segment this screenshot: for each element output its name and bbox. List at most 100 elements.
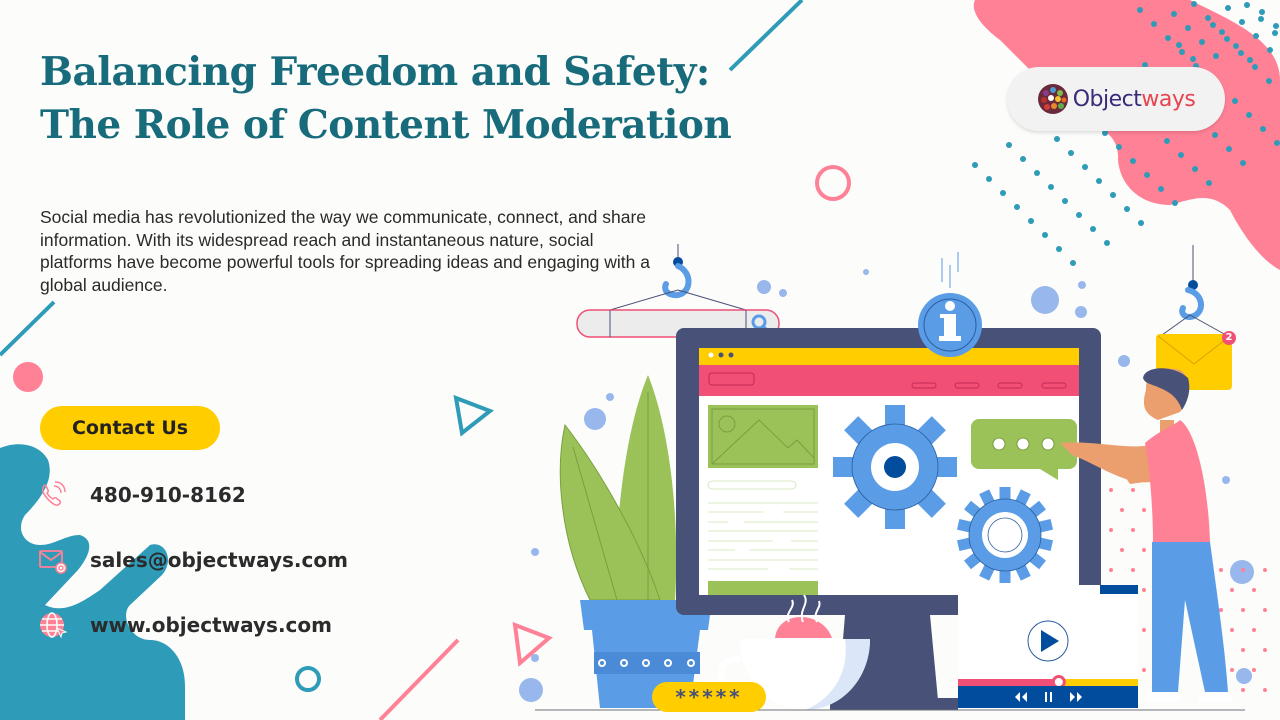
dot	[1144, 172, 1150, 178]
dot	[1131, 528, 1135, 532]
dot	[1172, 200, 1178, 206]
dot	[1244, 2, 1250, 8]
dot	[1042, 232, 1048, 238]
dot	[972, 162, 978, 168]
dot	[1260, 126, 1266, 132]
dot	[1096, 178, 1102, 184]
dot	[1274, 140, 1280, 146]
dot	[1225, 5, 1231, 11]
dot	[1252, 668, 1256, 672]
dot	[1070, 260, 1076, 266]
dot	[1191, 1, 1197, 7]
dot	[1252, 64, 1258, 70]
dot	[1252, 628, 1256, 632]
dot	[1241, 568, 1245, 572]
teal-ring	[295, 666, 321, 692]
notification-badge: 2	[1225, 332, 1233, 343]
dot	[1131, 488, 1135, 492]
dot	[1178, 152, 1184, 158]
dot	[1142, 588, 1146, 592]
dot	[1252, 588, 1256, 592]
dot	[1109, 528, 1113, 532]
dot	[1192, 166, 1198, 172]
title-line-1: Balancing Freedom and Safety:	[40, 49, 710, 95]
website-url: www.objectways.com	[90, 613, 332, 637]
teal-line-top	[728, 0, 804, 72]
dot	[1120, 508, 1124, 512]
gear-icon	[833, 405, 957, 529]
dot	[1165, 35, 1171, 41]
dot	[1241, 688, 1245, 692]
dot	[1054, 136, 1060, 142]
dot	[1230, 588, 1234, 592]
title-line-2: The Role of Content Moderation	[40, 102, 732, 148]
dot	[1068, 150, 1074, 156]
contact-email[interactable]: sales@objectways.com	[38, 543, 348, 577]
dot	[1232, 98, 1238, 104]
dot	[1142, 668, 1146, 672]
dot	[1263, 568, 1267, 572]
contact-website[interactable]: www.objectways.com	[38, 608, 332, 642]
dot	[1020, 156, 1026, 162]
dot	[1142, 548, 1146, 552]
dot	[1062, 198, 1068, 204]
dot	[1176, 42, 1182, 48]
gear-icon	[956, 487, 1054, 583]
dot	[1258, 16, 1264, 22]
dot	[1116, 144, 1122, 150]
dot	[1224, 36, 1230, 42]
dot	[1190, 56, 1196, 62]
pink-ring	[815, 165, 851, 201]
dot	[1263, 648, 1267, 652]
phone-icon	[41, 481, 66, 506]
dot	[1028, 218, 1034, 224]
email-address: sales@objectways.com	[90, 548, 348, 572]
info-icon	[918, 252, 982, 357]
pink-line-bottom	[378, 638, 460, 720]
dot	[986, 176, 992, 182]
dot	[1090, 226, 1096, 232]
dot	[1110, 192, 1116, 198]
contact-phone[interactable]: 480-910-8162	[38, 478, 246, 512]
dot	[1241, 648, 1245, 652]
globe-logo-icon	[1037, 84, 1068, 114]
dot	[1267, 47, 1273, 53]
brand-logo[interactable]: Objectways	[1007, 67, 1225, 131]
dot	[1109, 568, 1113, 572]
dot	[1142, 628, 1146, 632]
dot	[1219, 568, 1223, 572]
dot	[1238, 50, 1244, 56]
dot	[1226, 146, 1232, 152]
dot	[1266, 78, 1272, 84]
mail-icon	[39, 550, 67, 574]
brand-name: Objectways	[1072, 86, 1196, 112]
dot	[1259, 9, 1265, 15]
intro-paragraph: Social media has revolutionized the way …	[40, 207, 650, 295]
dot	[1014, 204, 1020, 210]
dot	[1056, 246, 1062, 252]
dot	[1230, 628, 1234, 632]
contact-us-button[interactable]: Contact Us	[40, 406, 220, 450]
page-title: Balancing Freedom and Safety: The Role o…	[40, 46, 740, 152]
dot	[1138, 220, 1144, 226]
rating-stars: *****	[652, 682, 766, 712]
dot	[1263, 688, 1267, 692]
dot	[1253, 33, 1259, 39]
dot	[1171, 11, 1177, 17]
dot	[1034, 170, 1040, 176]
dot	[1233, 43, 1239, 49]
dot	[1130, 158, 1136, 164]
dot	[1164, 138, 1170, 144]
dot	[1124, 206, 1130, 212]
dot	[1104, 240, 1110, 246]
teal-triangle	[453, 394, 495, 437]
pink-dot	[13, 362, 43, 392]
dot	[1273, 23, 1279, 29]
dot	[1219, 608, 1223, 612]
dot	[1263, 608, 1267, 612]
dot	[1179, 49, 1185, 55]
dot	[1240, 160, 1246, 166]
dot	[1206, 180, 1212, 186]
globe-icon	[40, 612, 68, 639]
dot	[1212, 132, 1218, 138]
